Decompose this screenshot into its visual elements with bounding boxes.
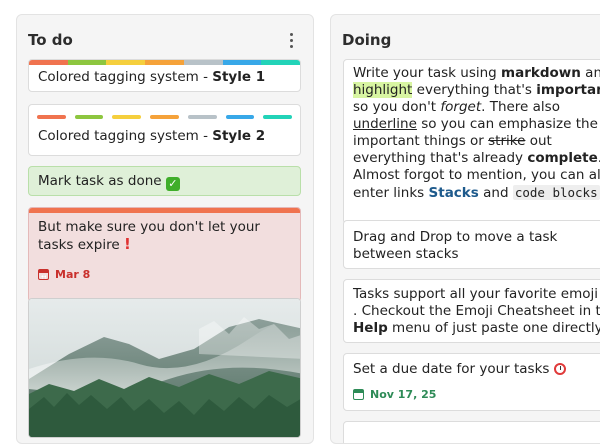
tag-blue (222, 60, 262, 65)
tag-teal (263, 115, 293, 119)
color-tag-bar (29, 60, 300, 65)
md-text: so you don't (353, 99, 441, 115)
tag-red (29, 208, 300, 213)
md-bold: markdown (501, 65, 581, 81)
tag-red (37, 115, 66, 119)
md-bold: complete (527, 150, 598, 166)
tag-gray (183, 60, 223, 65)
mountain-forest-photo (29, 299, 300, 437)
tag-red (29, 60, 68, 65)
calendar-icon (38, 269, 49, 280)
tag-orange (150, 115, 179, 119)
due-date-text: Nov 17, 25 (370, 388, 437, 401)
stack-title: Doing (342, 31, 392, 49)
md-link[interactable]: Stacks (429, 185, 479, 201)
stack-title: To do (28, 31, 73, 49)
mountain-forest-image (29, 299, 300, 437)
card-title: Set a due date for your tasks (344, 354, 600, 384)
card-due-date[interactable]: Set a due date for your tasks Nov 17, 25 (343, 353, 600, 411)
card-title-bold: Style 1 (212, 69, 266, 85)
md-underline: underline (353, 116, 417, 132)
card-title-text: Colored tagging system - (38, 69, 213, 85)
stack-header: To do (17, 15, 313, 65)
stack-header: Doing (331, 15, 600, 65)
due-date: Mar 8 (29, 260, 300, 283)
md-strike: strike (488, 133, 526, 149)
tag-yellow (106, 60, 146, 65)
color-tag-bar (29, 208, 300, 213)
card-partial[interactable] (343, 421, 600, 443)
card-image[interactable] (28, 298, 301, 438)
card-title: Colored tagging system - Style 1 (29, 65, 300, 91)
md-text: and (478, 185, 513, 201)
card-title-text: Mark task as done (38, 173, 162, 189)
card-title: But make sure you don't let your tasks e… (29, 213, 300, 260)
card-title: Mark task as done ✓ (29, 167, 300, 195)
card-task-expired[interactable]: But make sure you don't let your tasks e… (28, 207, 301, 302)
card-title-text: menu of just paste one directly (387, 320, 600, 336)
tag-orange (145, 60, 184, 65)
tag-blue (225, 115, 255, 119)
md-bold: important (536, 82, 600, 98)
kebab-menu-icon[interactable] (282, 29, 301, 52)
card-markdown-body: Write your task using markdown and highl… (344, 60, 600, 208)
tag-green (67, 60, 107, 65)
tag-yellow (112, 115, 142, 119)
md-code: code blocks (512, 185, 600, 200)
card-emoji[interactable]: Tasks support all your favorite emoji . … (343, 279, 600, 343)
card-title-text: Drag and Drop to move a task between sta… (353, 229, 558, 262)
exclamation-icon: ! (123, 235, 131, 253)
card-title-bold: Help (353, 320, 388, 336)
due-date-text: Mar 8 (55, 268, 91, 281)
check-mark-icon: ✓ (165, 177, 180, 191)
md-text: . There also (481, 99, 560, 115)
due-date: Nov 17, 25 (344, 384, 600, 403)
md-highlight: highlight (353, 82, 413, 98)
tag-gray (187, 115, 217, 119)
card-title: Colored tagging system - Style 2 (29, 119, 300, 151)
card-title: Tasks support all your favorite emoji . … (344, 280, 600, 342)
md-text: Write your task using (353, 65, 502, 81)
card-drag-drop[interactable]: Drag and Drop to move a task between sta… (343, 220, 600, 269)
md-text: and (585, 65, 600, 81)
tag-teal (261, 60, 300, 65)
color-tag-dashes (29, 105, 300, 119)
card-task-done[interactable]: Mark task as done ✓ (28, 166, 301, 196)
card-title-text: Set a due date for your tasks (353, 361, 550, 377)
stack-todo: To do Colored tagging system - Style 1 C… (16, 14, 314, 444)
card-title-text: . Checkout the Emoji Cheatsheet in the (353, 303, 600, 319)
md-italic: forget (440, 99, 482, 115)
alarm-clock-icon (553, 363, 566, 375)
card-title-text: Tasks support all your favorite emoji (353, 286, 600, 302)
stack-doing: Doing Write your task using markdown and… (330, 14, 600, 444)
card-markdown[interactable]: Write your task using markdown and highl… (343, 59, 600, 224)
card-title-text: But make sure you don't let your tasks e… (38, 219, 260, 253)
card-title: Drag and Drop to move a task between sta… (344, 221, 600, 268)
card-style-1[interactable]: Colored tagging system - Style 1 (28, 59, 301, 92)
md-text: everything that's (412, 82, 537, 98)
card-style-2[interactable]: Colored tagging system - Style 2 (28, 104, 301, 156)
card-title-text: Colored tagging system - (38, 128, 213, 144)
card-title-bold: Style 2 (212, 128, 266, 144)
calendar-icon (353, 389, 364, 400)
tag-green (74, 115, 104, 119)
